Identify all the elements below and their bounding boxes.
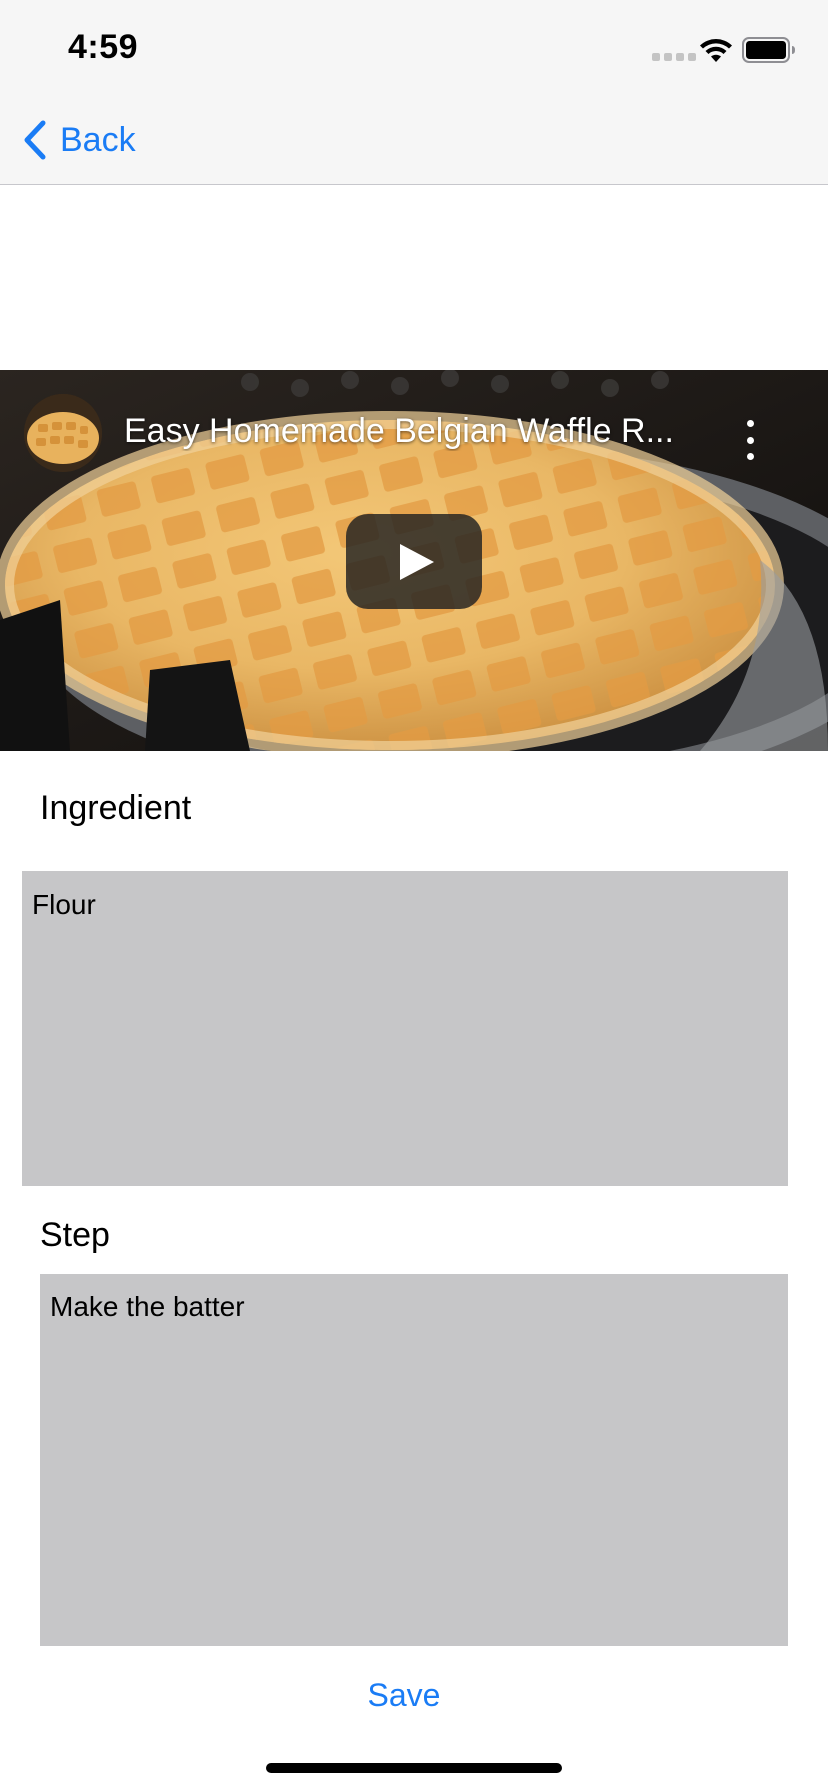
save-button[interactable]: Save [354, 1673, 454, 1717]
recipe-detail-screen: 4:59 Back Easy Homemade Belgian Waffle R… [0, 0, 828, 1792]
video-title[interactable]: Easy Homemade Belgian Waffle R... [124, 412, 694, 451]
home-indicator[interactable] [266, 1763, 562, 1773]
chevron-left-icon [24, 120, 46, 160]
channel-avatar[interactable] [24, 394, 102, 472]
back-label: Back [60, 120, 136, 159]
play-icon [400, 544, 434, 580]
status-time: 4:59 [68, 28, 139, 66]
back-button[interactable]: Back [22, 118, 136, 162]
step-label: Step [40, 1216, 110, 1254]
cellular-signal-icon [652, 53, 696, 61]
navigation-bar: 4:59 Back [0, 0, 828, 185]
ingredient-label: Ingredient [40, 789, 192, 827]
wifi-icon [700, 39, 732, 62]
step-text-area[interactable]: Make the batter [40, 1274, 788, 1646]
play-button[interactable] [346, 514, 482, 609]
ingredient-text-area[interactable]: Flour [22, 871, 788, 1186]
battery-icon [742, 37, 795, 63]
more-vertical-icon[interactable] [736, 420, 764, 460]
video-player[interactable]: Easy Homemade Belgian Waffle R... [0, 370, 828, 751]
